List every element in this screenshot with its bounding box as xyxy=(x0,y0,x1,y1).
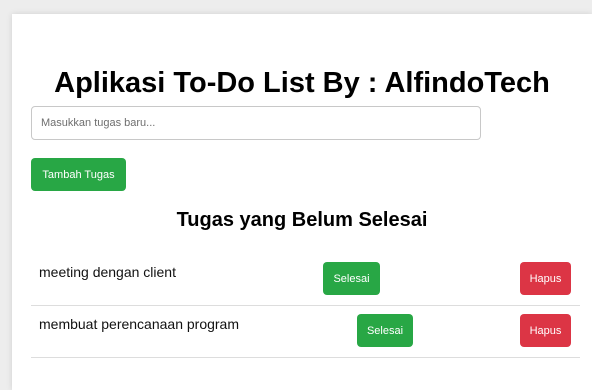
task-row: membuat perencanaan program Selesai Hapu… xyxy=(31,306,580,358)
mark-done-button[interactable]: Selesai xyxy=(357,314,413,347)
delete-task-button[interactable]: Hapus xyxy=(520,314,571,347)
task-row: meeting dengan client Selesai Hapus xyxy=(31,254,580,306)
task-name: membuat perencanaan program xyxy=(39,316,240,332)
add-task-button[interactable]: Tambah Tugas xyxy=(31,158,126,191)
todo-card: Aplikasi To-Do List By : AlfindoTech Tam… xyxy=(12,14,592,390)
task-name: meeting dengan client xyxy=(39,264,176,280)
pending-tasks-heading: Tugas yang Belum Selesai xyxy=(176,209,428,231)
delete-task-button[interactable]: Hapus xyxy=(520,262,571,295)
mark-done-button[interactable]: Selesai xyxy=(323,262,380,295)
page-title: Aplikasi To-Do List By : AlfindoTech xyxy=(54,67,550,99)
new-task-input[interactable] xyxy=(31,106,481,140)
pending-task-list: meeting dengan client Selesai Hapus memb… xyxy=(31,254,580,358)
